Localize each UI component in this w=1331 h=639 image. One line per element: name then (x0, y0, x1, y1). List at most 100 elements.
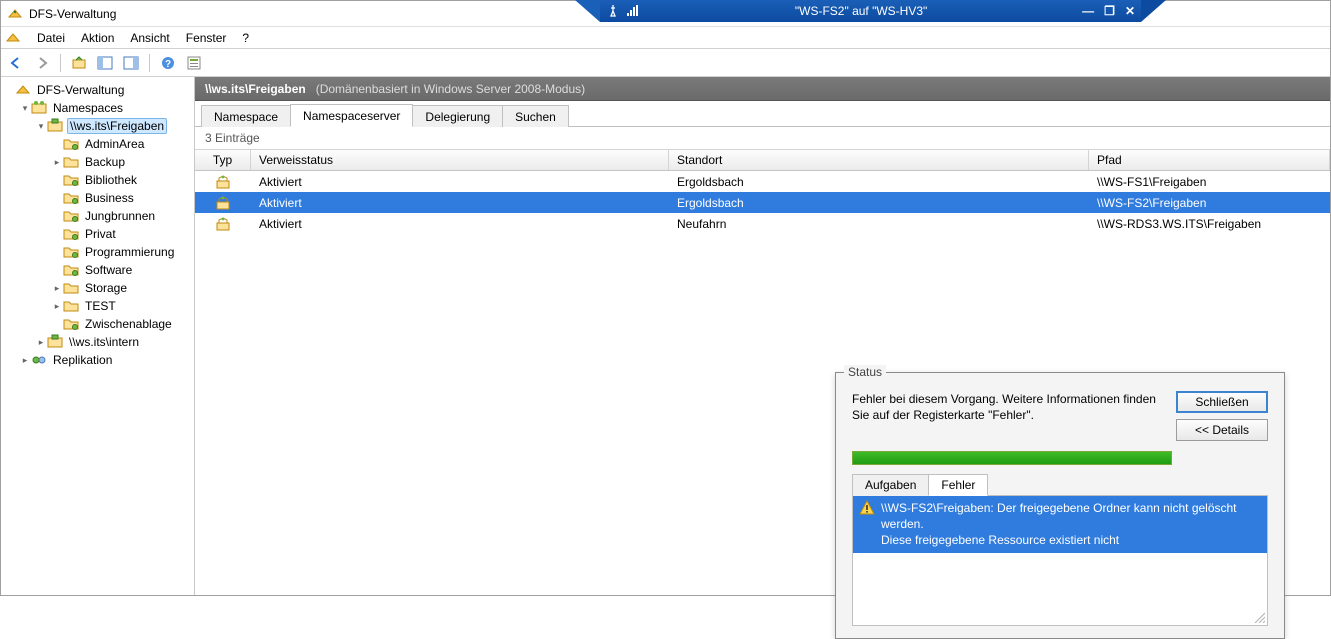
properties-button[interactable] (183, 52, 205, 74)
tree-item-label: Namespaces (51, 101, 125, 115)
menu-aktion[interactable]: Aktion (73, 29, 122, 47)
expand-icon[interactable]: ▾ (19, 103, 31, 114)
expand-icon[interactable]: ▸ (35, 337, 47, 348)
grid-row[interactable]: AktiviertErgoldsbach\\WS-FS2\Freigaben (195, 192, 1330, 213)
folder-ns-icon (63, 262, 79, 278)
tree-item-label: Software (83, 263, 134, 277)
dialog-sub-tabs: Aufgaben Fehler (852, 473, 1268, 496)
panel-right-button[interactable] (120, 52, 142, 74)
tree-item[interactable]: ▸\\ws.its\intern (1, 333, 194, 351)
grid: Typ Verweisstatus Standort Pfad Aktivier… (195, 149, 1330, 234)
signal-icon[interactable] (626, 4, 640, 18)
dialog-title: Status (844, 365, 886, 379)
col-status[interactable]: Verweisstatus (251, 150, 669, 170)
cell-pfad: \\WS-RDS3.WS.ITS\Freigaben (1089, 217, 1330, 231)
tree-root[interactable]: DFS-Verwaltung (1, 81, 194, 99)
folder-ns-icon (63, 226, 79, 242)
expand-icon[interactable]: ▸ (51, 157, 63, 168)
cell-status: Aktiviert (251, 196, 669, 210)
tree-item[interactable]: Software (1, 261, 194, 279)
row-icon (195, 216, 251, 232)
content-pane: \\ws.its\Freigaben (Domänenbasiert in Wi… (195, 77, 1330, 595)
subtab-fehler[interactable]: Fehler (928, 474, 988, 496)
tab-namespace[interactable]: Namespace (201, 105, 291, 127)
menu-help[interactable]: ? (234, 29, 257, 47)
share-icon (47, 334, 63, 350)
tree-item[interactable]: ▸Replikation (1, 351, 194, 369)
toolbar: ? (1, 49, 1330, 77)
error-list: \\WS-FS2\Freigaben: Der freigegebene Ord… (852, 496, 1268, 626)
tree-item-label: Jungbrunnen (83, 209, 157, 223)
back-button[interactable] (5, 52, 27, 74)
tab-suchen[interactable]: Suchen (502, 105, 569, 127)
tree-item-label: Zwischenablage (83, 317, 174, 331)
grid-row[interactable]: AktiviertNeufahrn\\WS-RDS3.WS.ITS\Freiga… (195, 213, 1330, 234)
tree-item[interactable]: Jungbrunnen (1, 207, 194, 225)
close-button[interactable]: Schließen (1176, 391, 1268, 413)
col-standort[interactable]: Standort (669, 150, 1089, 170)
row-icon (195, 195, 251, 211)
close-icon[interactable]: ✕ (1125, 4, 1135, 18)
expand-icon[interactable]: ▸ (51, 301, 63, 312)
tab-namespaceserver[interactable]: Namespaceserver (290, 104, 413, 127)
cell-standort: Ergoldsbach (669, 196, 1089, 210)
grid-row[interactable]: AktiviertErgoldsbach\\WS-FS1\Freigaben (195, 171, 1330, 192)
folder-ns-icon (63, 244, 79, 260)
tabs-row: Namespace Namespaceserver Delegierung Su… (195, 101, 1330, 127)
col-pfad[interactable]: Pfad (1089, 150, 1330, 170)
tree-item[interactable]: Zwischenablage (1, 315, 194, 333)
warning-icon (859, 500, 875, 516)
resize-grip-icon[interactable] (1253, 611, 1265, 623)
tree-item[interactable]: ▸ Storage (1, 279, 194, 297)
cell-standort: Neufahrn (669, 217, 1089, 231)
tree-item[interactable]: Programmierung (1, 243, 194, 261)
error-item[interactable]: \\WS-FS2\Freigaben: Der freigegebene Ord… (853, 496, 1267, 553)
tree-item[interactable]: Privat (1, 225, 194, 243)
tree-item-label: AdminArea (83, 137, 146, 151)
tree-item[interactable]: Bibliothek (1, 171, 194, 189)
details-button[interactable]: << Details (1176, 419, 1268, 441)
tree-item[interactable]: ▸TEST (1, 297, 194, 315)
panel-left-button[interactable] (94, 52, 116, 74)
expand-icon[interactable]: ▸ (19, 355, 31, 366)
cell-standort: Ergoldsbach (669, 175, 1089, 189)
row-icon (195, 174, 251, 190)
tree-item[interactable]: AdminArea (1, 135, 194, 153)
tree-item-label: \\ws.its\Freigaben (67, 118, 167, 134)
restore-icon[interactable]: ❐ (1104, 4, 1115, 18)
tree-item[interactable]: ▾ Namespaces (1, 99, 194, 117)
subtab-aufgaben[interactable]: Aufgaben (852, 474, 929, 496)
tree-item[interactable]: ▸Backup (1, 153, 194, 171)
progress-bar (852, 451, 1268, 465)
path-primary: \\ws.its\Freigaben (205, 82, 306, 96)
svg-text:?: ? (165, 59, 171, 70)
cell-status: Aktiviert (251, 175, 669, 189)
folder-ns-icon (63, 190, 79, 206)
remote-session-title: "WS-FS2" auf "WS-HV3" (640, 4, 1082, 18)
menu-fenster[interactable]: Fenster (178, 29, 235, 47)
tree-item-label: Business (83, 191, 136, 205)
tab-delegierung[interactable]: Delegierung (412, 105, 503, 127)
dialog-message: Fehler bei diesem Vorgang. Weitere Infor… (852, 391, 1162, 441)
forward-button[interactable] (31, 52, 53, 74)
tree-item-label: Storage (83, 281, 129, 295)
path-secondary: (Domänenbasiert in Windows Server 2008-M… (316, 82, 585, 96)
tree-item[interactable]: Business (1, 189, 194, 207)
app-icon (7, 6, 23, 22)
up-button[interactable] (68, 52, 90, 74)
minimize-icon[interactable]: — (1082, 4, 1094, 18)
help-button[interactable]: ? (157, 52, 179, 74)
error-line1: \\WS-FS2\Freigaben: Der freigegebene Ord… (881, 501, 1237, 531)
menu-ansicht[interactable]: Ansicht (122, 29, 177, 47)
tree-item-label: Privat (83, 227, 118, 241)
col-typ[interactable]: Typ (195, 150, 251, 170)
path-bar: \\ws.its\Freigaben (Domänenbasiert in Wi… (195, 77, 1330, 101)
menu-datei[interactable]: Datei (29, 29, 73, 47)
expand-icon[interactable]: ▸ (51, 283, 63, 294)
pin-icon[interactable] (606, 4, 620, 18)
error-line2: Diese freigegebene Ressource existiert n… (881, 533, 1119, 547)
expand-icon[interactable]: ▾ (35, 121, 47, 132)
cell-pfad: \\WS-FS1\Freigaben (1089, 175, 1330, 189)
tree-item-label: Programmierung (83, 245, 176, 259)
tree-item[interactable]: ▾ \\ws.its\Freigaben (1, 117, 194, 135)
